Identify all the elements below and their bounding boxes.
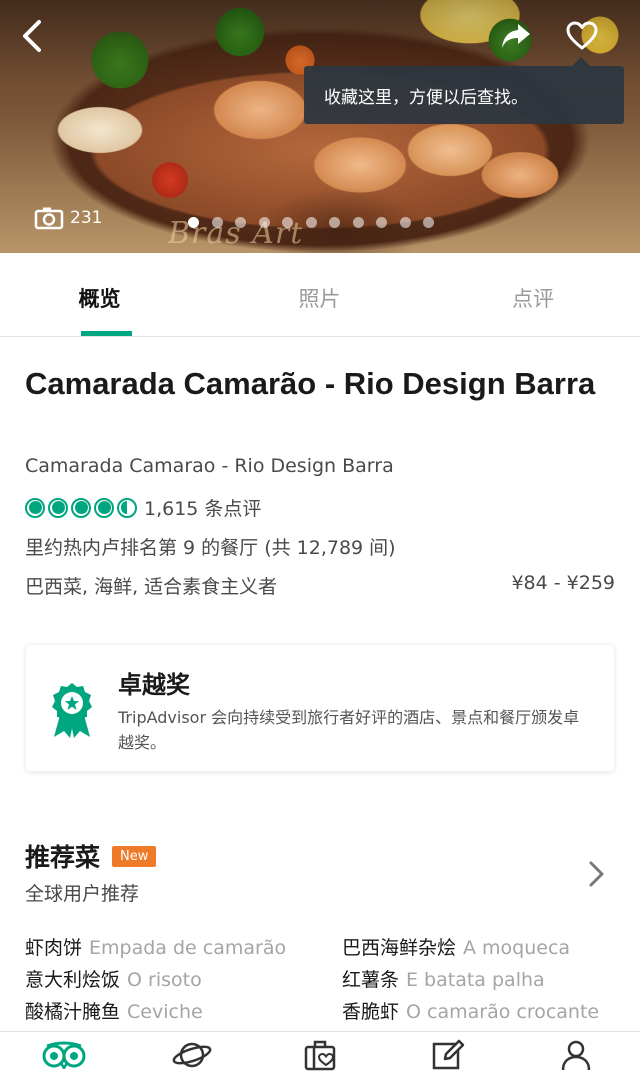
tripadvisor-owl-icon [42, 1041, 86, 1069]
tooltip-text: 收藏这里，方便以后查找。 [324, 87, 528, 108]
dish-name-pt: Empada de camarão [89, 937, 287, 959]
dish-name-zh: 巴西海鲜杂烩 [342, 937, 457, 959]
tab-bar: 概览 照片 点评 [0, 253, 640, 337]
rating-bubble-full [25, 497, 45, 518]
back-arrow-icon [23, 20, 41, 52]
nav-home[interactable] [0, 1032, 128, 1078]
award-title: 卓越奖 [118, 671, 190, 699]
dish-item[interactable]: 香脆虾 O camarão crocante [342, 999, 625, 1025]
dish-name-pt: E batata palha [406, 969, 545, 991]
carousel-dot[interactable] [352, 217, 364, 228]
tab-label: 点评 [512, 287, 554, 311]
share-icon [502, 24, 530, 48]
tab-label: 照片 [298, 287, 341, 311]
dish-name-zh: 香脆虾 [342, 1001, 400, 1023]
carousel-dot[interactable] [305, 217, 317, 228]
review-count: 1,615 条点评 [144, 498, 262, 520]
nav-explore[interactable] [128, 1032, 256, 1078]
photo-count-value: 231 [70, 208, 103, 228]
carousel-dot[interactable] [376, 217, 387, 228]
restaurant-cuisine: 巴西菜, 海鲜, 适合素食主义者 [25, 576, 278, 598]
back-button[interactable] [10, 14, 54, 58]
active-tab-indicator [81, 331, 132, 336]
rating-bubble-full [48, 497, 68, 518]
dish-name-zh: 意大利烩饭 [25, 969, 121, 991]
rating-bubbles [25, 497, 137, 518]
hero-photo[interactable]: Bras Art 收藏这里，方便以后查找。 231 [0, 0, 640, 253]
favorite-tooltip[interactable]: 收藏这里，方便以后查找。 [304, 57, 624, 124]
favorite-button[interactable] [558, 12, 606, 60]
new-badge: New [112, 845, 157, 867]
tab-photos[interactable]: 照片 [213, 253, 426, 336]
restaurant-alt-name: Camarada Camarao - Rio Design Barra [25, 455, 394, 477]
carousel-dot[interactable] [235, 217, 246, 228]
recommended-subtitle: 全球用户推荐 [25, 883, 140, 905]
dish-list: 虾肉饼 Empada de camarão 巴西海鲜杂烩 A moqueca 意大利… [25, 935, 625, 1025]
dish-item[interactable]: 巴西海鲜杂烩 A moqueca [342, 935, 625, 961]
restaurant-name: Camarada Camarão - Rio Design Barra [25, 366, 596, 401]
nav-profile[interactable] [512, 1032, 640, 1078]
carousel-dot[interactable] [258, 217, 270, 228]
rating-bubble-full [71, 497, 91, 518]
chevron-right-icon[interactable] [584, 858, 608, 890]
dish-name-pt: Ceviche [127, 1001, 203, 1023]
carousel-dot[interactable] [188, 217, 199, 228]
dish-name-zh: 虾肉饼 [25, 937, 83, 959]
carousel-dots [188, 217, 434, 228]
carousel-dot[interactable] [399, 217, 411, 228]
price-range: ¥84 - ¥259 [511, 572, 615, 594]
award-description: TripAdvisor 会向持续受到旅行者好评的酒店、景点和餐厅颁发卓越奖。 [118, 708, 580, 752]
recommended-title: 推荐菜 [25, 843, 101, 872]
bottom-nav [0, 1031, 640, 1078]
tab-label: 概览 [78, 287, 121, 311]
heart-icon [566, 21, 598, 50]
restaurant-rank: 里约热内卢排名第 9 的餐厅 (共 12,789 间) [25, 537, 396, 559]
dish-name-pt: A moqueca [463, 937, 571, 959]
tab-reviews[interactable]: 点评 [426, 253, 640, 336]
rating-row[interactable]: 1,615 条点评 [25, 494, 261, 521]
tab-overview[interactable]: 概览 [0, 253, 213, 336]
camera-icon [34, 207, 64, 230]
carousel-dot[interactable] [423, 217, 434, 228]
dish-name-pt: O camarão crocante [406, 1001, 600, 1023]
recommended-header[interactable]: 推荐菜 New [25, 838, 157, 874]
edit-review-icon [432, 1039, 465, 1070]
dish-item[interactable]: 虾肉饼 Empada de camarão [25, 935, 342, 961]
carousel-dot[interactable] [329, 217, 340, 228]
carousel-dot[interactable] [211, 217, 223, 228]
dish-item[interactable]: 红薯条 E batata palha [342, 967, 625, 993]
dish-item[interactable]: 意大利烩饭 O risoto [25, 967, 342, 993]
award-ribbon-icon [48, 681, 96, 743]
suitcase-heart-icon [304, 1040, 336, 1071]
share-button[interactable] [494, 14, 538, 58]
profile-icon [561, 1040, 591, 1071]
dish-name-zh: 红薯条 [342, 969, 400, 991]
planet-icon [172, 1042, 212, 1068]
dish-name-pt: O risoto [127, 969, 202, 991]
carousel-dot[interactable] [282, 217, 293, 228]
award-card[interactable]: 卓越奖 TripAdvisor 会向持续受到旅行者好评的酒店、景点和餐厅颁发卓越… [26, 645, 614, 771]
photo-count[interactable]: 231 [34, 206, 102, 230]
rating-bubble-half [117, 497, 137, 518]
dish-item[interactable]: 酸橘汁腌鱼 Ceviche [25, 999, 342, 1025]
rating-bubble-full [94, 497, 114, 518]
dish-name-zh: 酸橘汁腌鱼 [25, 1001, 121, 1023]
nav-trips[interactable] [256, 1032, 384, 1078]
nav-review[interactable] [384, 1032, 512, 1078]
